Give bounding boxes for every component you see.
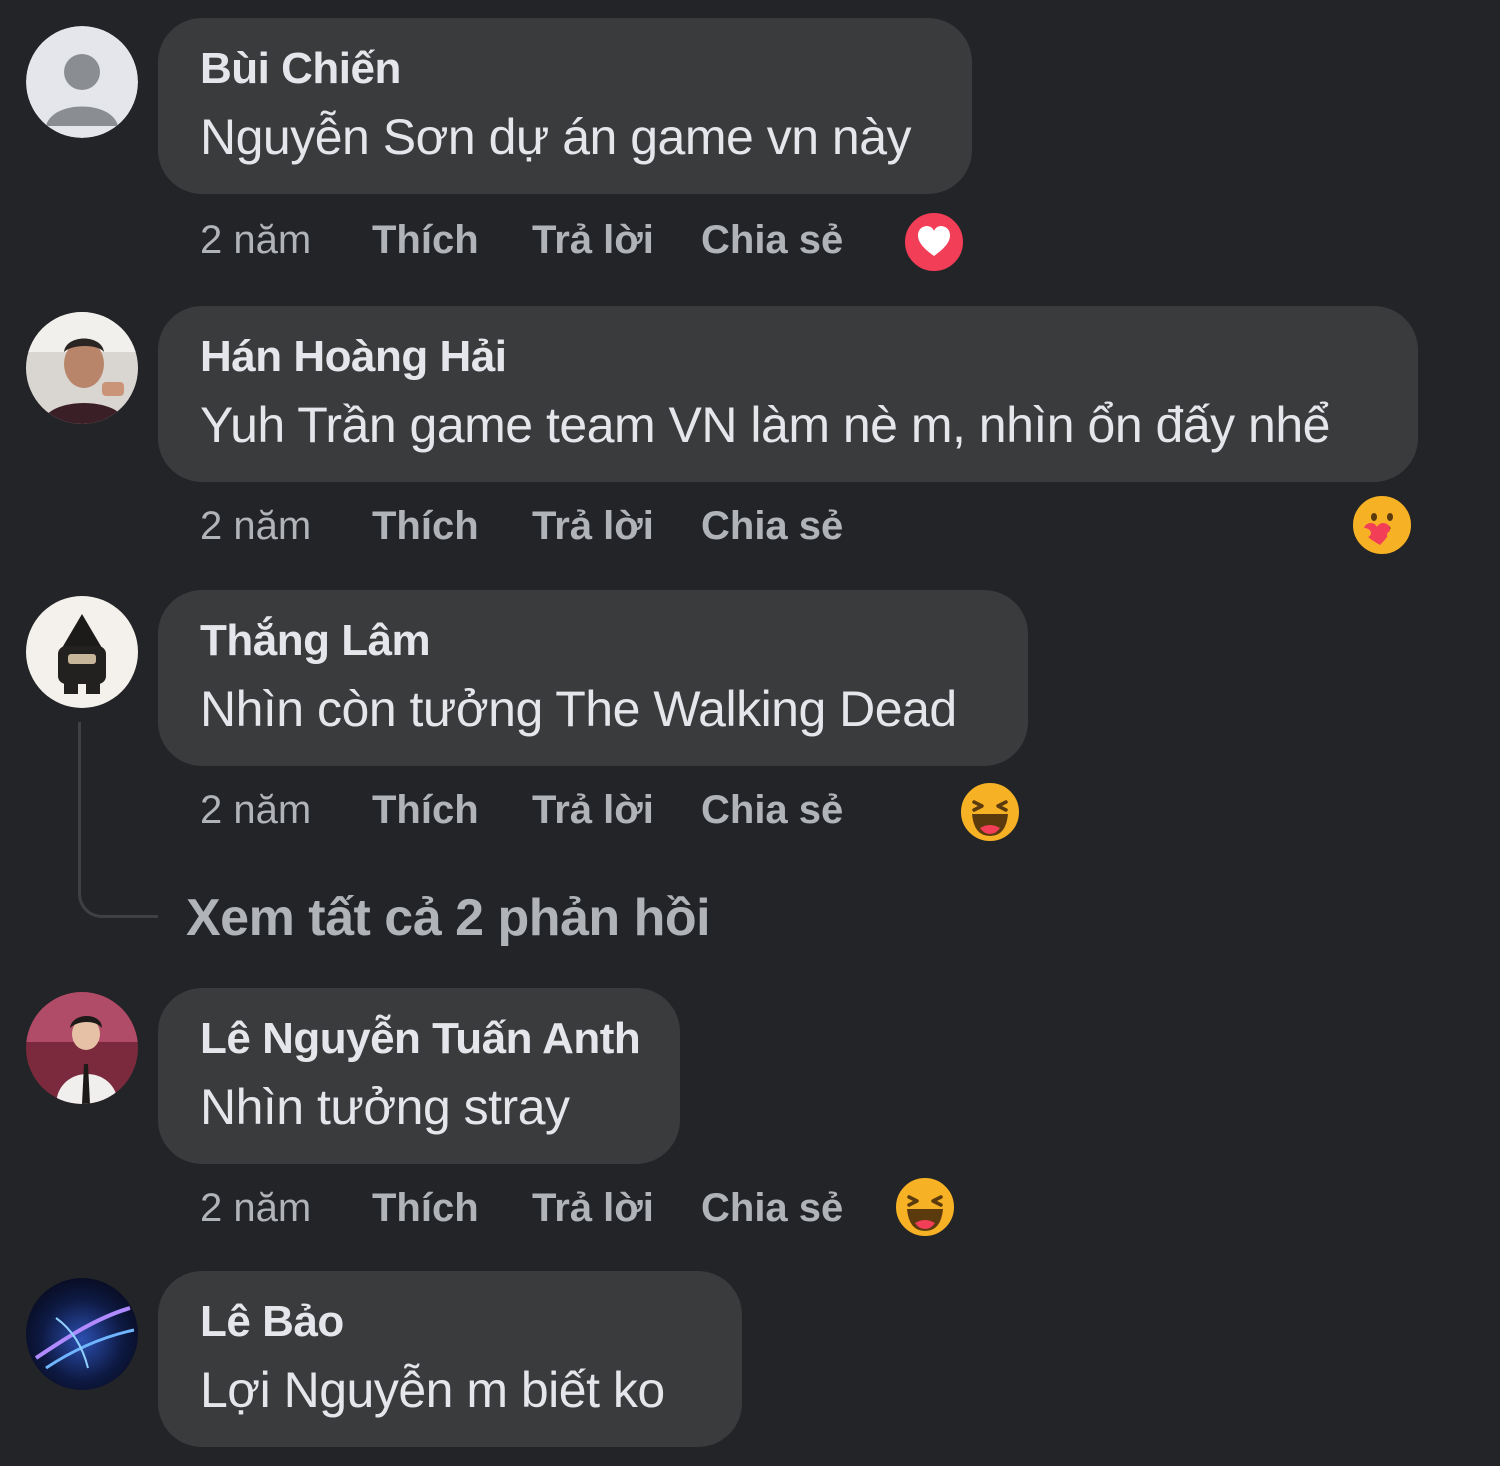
share-button[interactable]: Chia sẻ <box>701 1186 843 1231</box>
heart-reaction-icon[interactable] <box>902 210 966 274</box>
comment-bubble: Hán Hoàng Hải Yuh Trần game team VN làm … <box>158 306 1418 482</box>
view-replies-link[interactable]: Xem tất cả 2 phản hồi <box>186 888 711 948</box>
user-photo-avatar-icon <box>26 1278 138 1390</box>
avatar[interactable] <box>26 26 138 138</box>
reply-button[interactable]: Trả lời <box>532 218 654 263</box>
comment-author[interactable]: Bùi Chiến <box>200 44 401 94</box>
comment-author[interactable]: Lê Bảo <box>200 1297 344 1347</box>
reply-button[interactable]: Trả lời <box>532 788 654 833</box>
comment-text: Yuh Trần game team VN làm nè m, nhìn ổn … <box>200 397 1330 453</box>
comment-timestamp[interactable]: 2 năm <box>200 788 311 833</box>
avatar[interactable] <box>26 596 138 708</box>
like-button[interactable]: Thích <box>372 1186 479 1231</box>
user-photo-avatar-icon <box>26 596 138 708</box>
comment-bubble: Lê Nguyễn Tuấn Anth Nhìn tưởng stray <box>158 988 680 1164</box>
comment-text: Nguyễn Sơn dự án game vn này <box>200 109 912 165</box>
reply-button[interactable]: Trả lời <box>532 1186 654 1231</box>
like-button[interactable]: Thích <box>372 788 479 833</box>
comment-text: Nhìn tưởng stray <box>200 1079 570 1135</box>
comment-author[interactable]: Hán Hoàng Hải <box>200 332 507 382</box>
comment-timestamp[interactable]: 2 năm <box>200 1186 311 1231</box>
comment-bubble: Thắng Lâm Nhìn còn tưởng The Walking Dea… <box>158 590 1028 766</box>
comment-bubble: Bùi Chiến Nguyễn Sơn dự án game vn này <box>158 18 972 194</box>
like-button[interactable]: Thích <box>372 504 479 549</box>
thread-connector <box>78 722 158 918</box>
care-reaction-icon[interactable] <box>1350 493 1414 557</box>
avatar[interactable] <box>26 312 138 424</box>
share-button[interactable]: Chia sẻ <box>701 218 843 263</box>
share-button[interactable]: Chia sẻ <box>701 504 843 549</box>
comment-timestamp[interactable]: 2 năm <box>200 504 311 549</box>
comment-author[interactable]: Lê Nguyễn Tuấn Anth <box>200 1014 641 1064</box>
comment-text: Lợi Nguyễn m biết ko <box>200 1362 665 1418</box>
user-photo-avatar-icon <box>26 312 138 424</box>
comment-bubble: Lê Bảo Lợi Nguyễn m biết ko <box>158 1271 742 1447</box>
reply-button[interactable]: Trả lời <box>532 504 654 549</box>
comment-timestamp[interactable]: 2 năm <box>200 218 311 263</box>
share-button[interactable]: Chia sẻ <box>701 788 843 833</box>
default-user-avatar-icon <box>26 26 138 138</box>
avatar[interactable] <box>26 992 138 1104</box>
comment-text: Nhìn còn tưởng The Walking Dead <box>200 681 957 737</box>
comment-author[interactable]: Thắng Lâm <box>200 616 431 666</box>
haha-reaction-icon[interactable] <box>893 1175 957 1239</box>
like-button[interactable]: Thích <box>372 218 479 263</box>
user-photo-avatar-icon <box>26 992 138 1104</box>
haha-reaction-icon[interactable] <box>958 780 1022 844</box>
comments-panel: Bùi Chiến Nguyễn Sơn dự án game vn này 2… <box>0 0 1500 1466</box>
avatar[interactable] <box>26 1278 138 1390</box>
